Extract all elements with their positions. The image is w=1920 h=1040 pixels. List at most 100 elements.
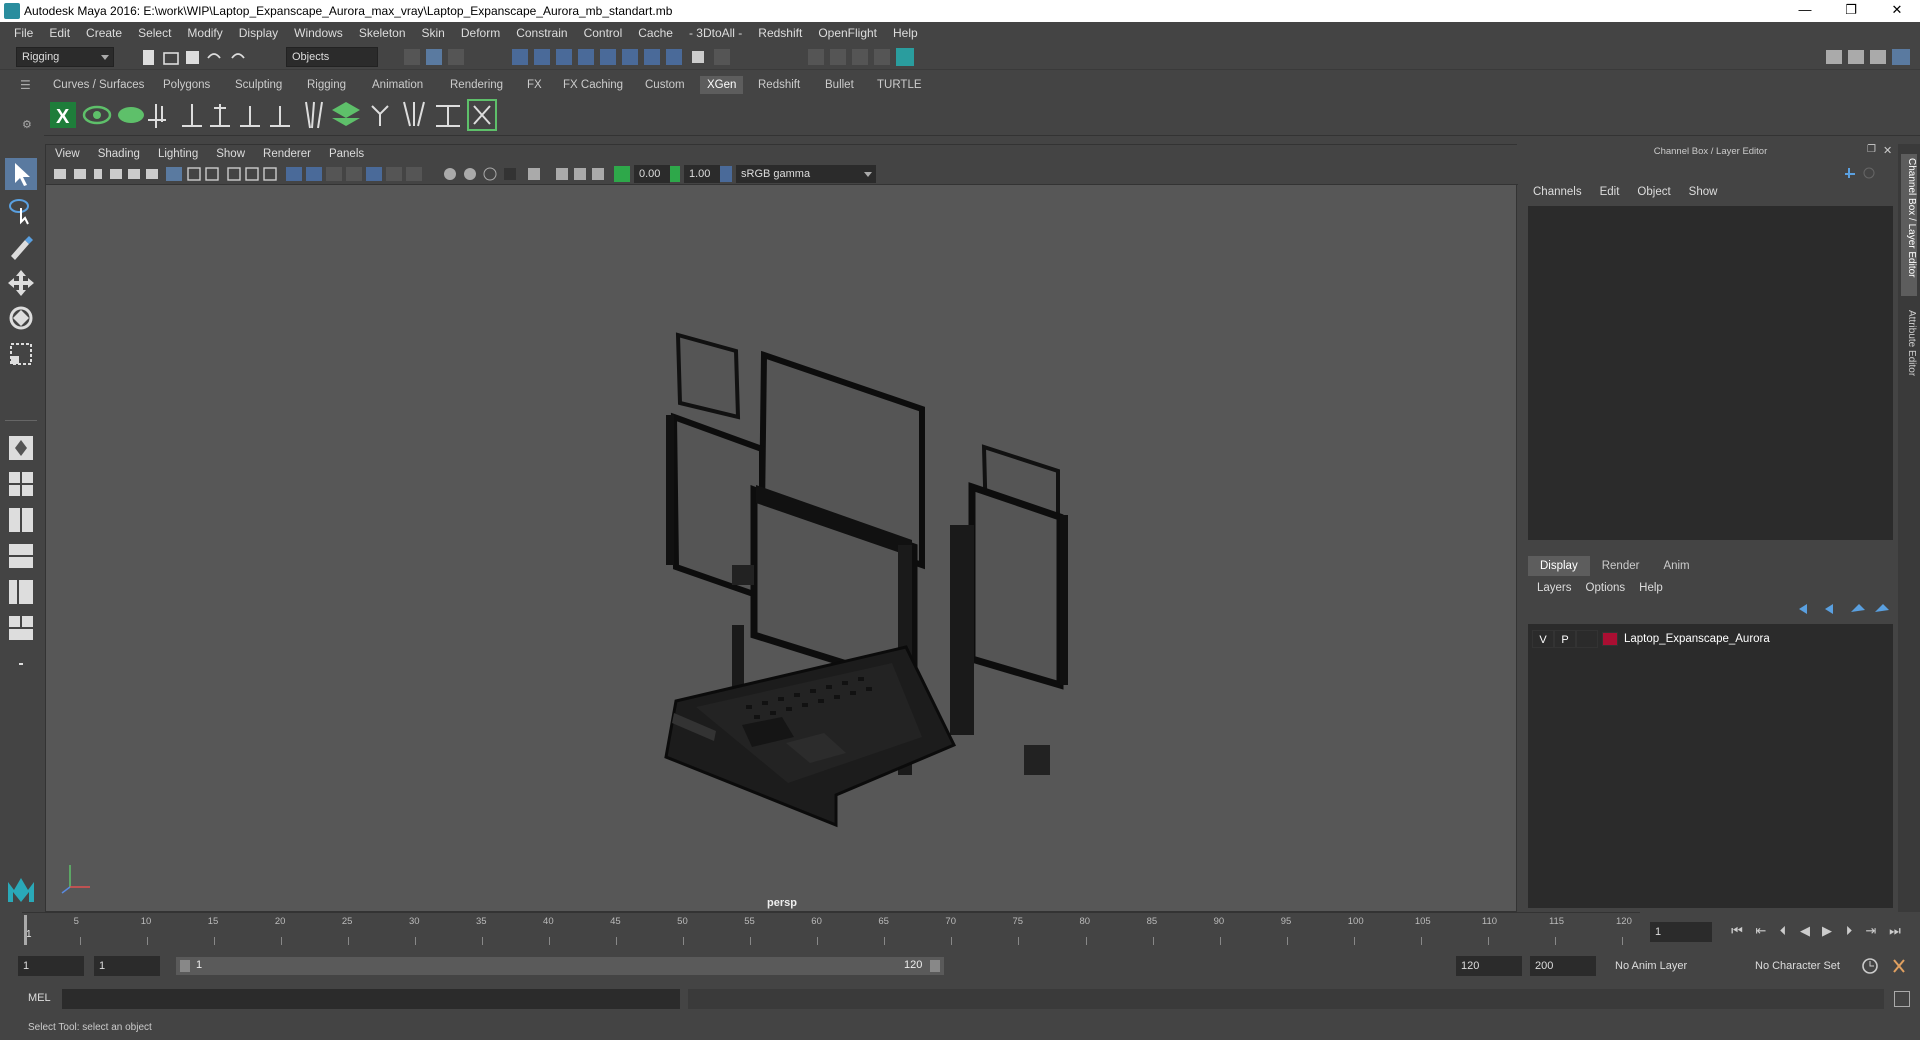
playback-start-field[interactable]: 1 <box>94 956 160 976</box>
laptop-3d-model[interactable] <box>46 185 1516 911</box>
layer-playback-toggle[interactable]: P <box>1554 630 1576 648</box>
menu-select[interactable]: Select <box>130 26 179 40</box>
menu-set-dropdown[interactable]: Rigging <box>16 47 114 67</box>
snap-tools-icons[interactable] <box>400 47 940 69</box>
close-button[interactable]: ✕ <box>1874 0 1920 22</box>
lasso-tool-button[interactable] <box>5 194 37 226</box>
color-space-dropdown[interactable]: sRGB gamma <box>736 165 876 183</box>
menu-skeleton[interactable]: Skeleton <box>351 26 414 40</box>
layout-more-button[interactable] <box>5 648 37 680</box>
command-language-label[interactable]: MEL <box>28 992 51 1004</box>
menu-windows[interactable]: Windows <box>286 26 351 40</box>
time-slider[interactable]: 1 5 10 15 20 25 30 35 40 45 50 55 60 65 70 75 80 85 90 95 1… <box>22 912 1640 946</box>
vp-menu-shading[interactable]: Shading <box>89 148 149 160</box>
select-tool-button[interactable] <box>5 158 37 190</box>
close-panel-icon[interactable]: ✕ <box>1883 144 1892 157</box>
command-input[interactable] <box>62 989 680 1009</box>
tab-redshift[interactable]: Redshift <box>751 76 807 94</box>
vp-menu-view[interactable]: View <box>46 148 89 160</box>
go-to-start-button[interactable]: ⏮ <box>1728 922 1746 940</box>
tab-animation[interactable]: Animation <box>365 76 430 94</box>
viewport-panel[interactable]: View Shading Lighting Show Renderer Pane… <box>45 144 1518 912</box>
rotate-tool-button[interactable] <box>5 302 37 334</box>
tab-fx[interactable]: FX <box>520 76 549 94</box>
maya-home-button[interactable] <box>5 874 37 906</box>
step-back-frame-button[interactable]: ⏴ <box>1774 922 1792 940</box>
layer-color-swatch[interactable] <box>1602 632 1618 646</box>
tab-attribute-editor[interactable]: Attribute Editor <box>1901 310 1917 400</box>
selection-mask-dropdown[interactable]: Objects <box>286 47 378 67</box>
menu-modify[interactable]: Modify <box>179 26 230 40</box>
tab-sculpting[interactable]: Sculpting <box>228 76 289 94</box>
script-editor-icon[interactable] <box>1894 991 1910 1007</box>
exposure-field[interactable]: 0.00 <box>634 165 670 183</box>
shelf-settings-icon[interactable]: ⚙ <box>22 118 32 131</box>
range-start-handle[interactable] <box>180 960 190 972</box>
menu-constrain[interactable]: Constrain <box>508 26 575 40</box>
anim-layer-dropdown[interactable]: No Anim Layer <box>1610 956 1720 976</box>
move-tool-button[interactable] <box>5 266 37 298</box>
play-backward-button[interactable]: ◀ <box>1796 922 1814 940</box>
menu-redshift[interactable]: Redshift <box>750 26 810 40</box>
step-forward-frame-button[interactable]: ⏵ <box>1840 922 1858 940</box>
le-menu-help[interactable]: Help <box>1639 582 1663 594</box>
menu-control[interactable]: Control <box>576 26 631 40</box>
menu-help[interactable]: Help <box>885 26 926 40</box>
layer-visibility-toggle[interactable]: V <box>1532 630 1554 648</box>
menu-skin[interactable]: Skin <box>414 26 453 40</box>
menu-display[interactable]: Display <box>231 26 286 40</box>
float-panel-icon[interactable]: ❐ <box>1867 144 1876 155</box>
layout-four-button[interactable] <box>5 468 37 500</box>
step-forward-key-button[interactable]: ⇥ <box>1862 922 1880 940</box>
layer-action-icons[interactable] <box>1795 600 1891 618</box>
tab-rigging[interactable]: Rigging <box>300 76 353 94</box>
channel-box-manip-icons[interactable] <box>1841 164 1881 182</box>
menu-file[interactable]: File <box>6 26 41 40</box>
tab-custom[interactable]: Custom <box>638 76 692 94</box>
playback-prefs-icons[interactable] <box>1860 956 1916 976</box>
layer-row[interactable]: V P Laptop_Expanscape_Aurora <box>1532 630 1889 648</box>
cb-menu-object[interactable]: Object <box>1637 186 1670 198</box>
tab-anim[interactable]: Anim <box>1651 556 1701 576</box>
tab-rendering[interactable]: Rendering <box>443 76 510 94</box>
channel-list-area[interactable] <box>1528 206 1893 540</box>
cb-menu-channels[interactable]: Channels <box>1533 186 1582 198</box>
layout-hypershade-button[interactable] <box>5 612 37 644</box>
range-end-handle[interactable] <box>930 960 940 972</box>
tab-fx-caching[interactable]: FX Caching <box>556 76 630 94</box>
range-slider[interactable]: 1 120 <box>176 957 944 975</box>
animation-end-field[interactable]: 200 <box>1530 956 1596 976</box>
restore-button[interactable]: ❐ <box>1828 0 1874 22</box>
scale-tool-button[interactable] <box>5 338 37 370</box>
tab-channel-box-layer-editor[interactable]: Channel Box / Layer Editor <box>1901 154 1917 296</box>
current-frame-field[interactable]: 1 <box>1650 922 1712 942</box>
le-menu-options[interactable]: Options <box>1586 582 1626 594</box>
cb-menu-show[interactable]: Show <box>1689 186 1718 198</box>
gamma-field[interactable]: 1.00 <box>684 165 720 183</box>
shelf-options-icon[interactable]: ☰ <box>20 78 31 92</box>
vp-menu-renderer[interactable]: Renderer <box>254 148 320 160</box>
character-set-dropdown[interactable]: No Character Set <box>1750 956 1860 976</box>
tab-curves-surfaces[interactable]: Curves / Surfaces <box>46 76 151 94</box>
paint-select-tool-button[interactable] <box>5 230 37 262</box>
tab-turtle[interactable]: TURTLE <box>870 76 929 94</box>
menu-openflight[interactable]: OpenFlight <box>810 26 885 40</box>
tab-xgen[interactable]: XGen <box>700 76 744 94</box>
playback-end-field[interactable]: 120 <box>1456 956 1522 976</box>
layout-two-side-button[interactable] <box>5 504 37 536</box>
play-forward-button[interactable]: ▶ <box>1818 922 1836 940</box>
layout-outliner-persp-button[interactable] <box>5 540 37 572</box>
layout-graph-button[interactable] <box>5 576 37 608</box>
panel-toggle-icons[interactable] <box>1822 47 1918 69</box>
menu-deform[interactable]: Deform <box>453 26 508 40</box>
tab-polygons[interactable]: Polygons <box>156 76 217 94</box>
menu-edit[interactable]: Edit <box>41 26 78 40</box>
menu-cache[interactable]: Cache <box>630 26 681 40</box>
tab-render[interactable]: Render <box>1590 556 1652 576</box>
xgen-tool-icons[interactable]: X <box>44 96 564 134</box>
vp-menu-panels[interactable]: Panels <box>320 148 373 160</box>
vp-menu-lighting[interactable]: Lighting <box>149 148 207 160</box>
minimize-button[interactable]: — <box>1782 0 1828 22</box>
go-to-end-button[interactable]: ⏭ <box>1886 922 1904 940</box>
menu-3dtoall[interactable]: - 3DtoAll - <box>681 26 750 40</box>
